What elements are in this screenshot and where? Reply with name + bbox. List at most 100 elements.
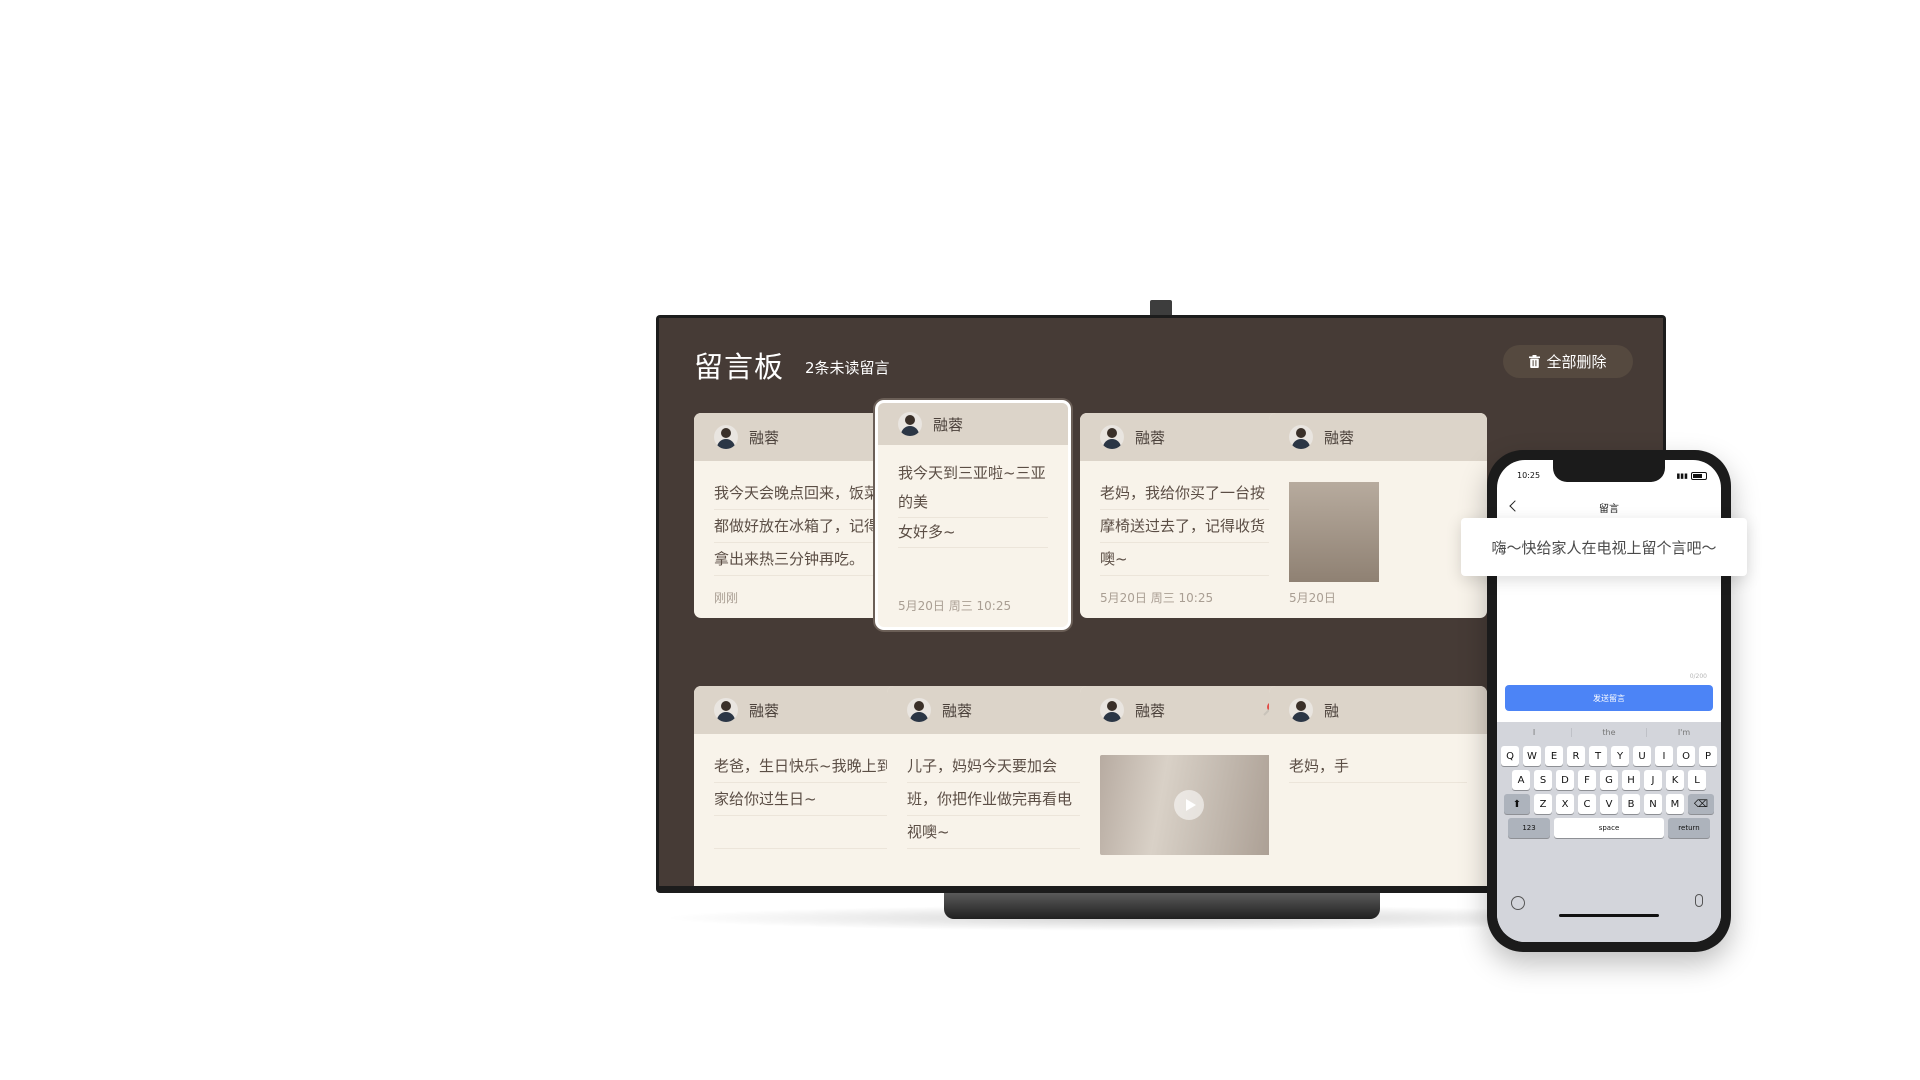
status-time: 10:25 [1517, 471, 1541, 480]
space-key[interactable]: space [1554, 818, 1664, 838]
key[interactable]: O [1677, 746, 1695, 766]
key[interactable]: R [1567, 746, 1585, 766]
message-line: 女好多~ [898, 518, 1048, 548]
delete-all-button[interactable]: 全部删除 [1503, 345, 1633, 378]
key[interactable]: L [1688, 770, 1706, 790]
message-text: 儿子，妈妈今天要加会 班，你把作业做完再看电 视噢~ [887, 734, 1105, 849]
message-line: 拿出来热三分钟再吃。 [714, 543, 892, 576]
key[interactable]: S [1534, 770, 1552, 790]
key[interactable]: T [1589, 746, 1607, 766]
key[interactable]: V [1600, 794, 1618, 814]
key[interactable]: C [1578, 794, 1596, 814]
prompt-bubble: 嗨～快给家人在电视上留个言吧～ [1461, 518, 1747, 576]
message-card[interactable]: 融 老妈，手 [1269, 686, 1487, 886]
emoji-icon[interactable] [1511, 896, 1525, 910]
message-line-empty [714, 816, 892, 849]
key[interactable]: W [1523, 746, 1541, 766]
card-header: 融蓉 [878, 403, 1068, 445]
key[interactable]: H [1622, 770, 1640, 790]
message-card[interactable]: 融蓉 5月20日 [1269, 413, 1487, 618]
message-line: 老妈，手 [1289, 750, 1467, 783]
message-line: 我今天会晚点回来，饭菜 [714, 477, 892, 510]
backspace-key[interactable]: ⌫ [1688, 794, 1714, 814]
message-line: 噢~ [1100, 543, 1278, 576]
key-row-1: Q W E R T Y U I O P [1497, 746, 1721, 766]
suggestion[interactable]: I [1497, 727, 1572, 737]
play-icon[interactable] [1174, 790, 1204, 820]
avatar [1289, 698, 1313, 722]
char-counter: 0/200 [1689, 673, 1707, 680]
sender-name: 融蓉 [1324, 428, 1355, 447]
key[interactable]: U [1633, 746, 1651, 766]
battery-icon [1691, 472, 1707, 480]
nav-title: 留言 [1599, 504, 1619, 515]
sender-name: 融蓉 [749, 428, 780, 447]
status-icons: ▮▮▮ [1676, 472, 1707, 480]
message-card[interactable]: 融蓉 老妈，我给你买了一台按 摩椅送过去了，记得收货 噢~ 5月20日 周三 1… [1080, 413, 1298, 618]
message-card[interactable]: 融蓉 [1080, 686, 1298, 886]
key[interactable]: M [1666, 794, 1684, 814]
message-text: 老妈，我给你买了一台按 摩椅送过去了，记得收货 噢~ [1080, 461, 1298, 576]
message-card[interactable]: 融蓉 老爸，生日快乐~我晚上到 家给你过生日~ [694, 686, 912, 886]
message-line: 家给你过生日~ [714, 783, 892, 816]
message-time: 5月20日 周三 10:25 [898, 599, 1012, 613]
tv-camera [1150, 300, 1172, 316]
key[interactable]: J [1644, 770, 1662, 790]
message-time: 刚刚 [714, 591, 739, 605]
message-line: 老爸，生日快乐~我晚上到 [714, 750, 892, 783]
key[interactable]: G [1600, 770, 1618, 790]
delete-all-label: 全部删除 [1546, 353, 1607, 371]
message-card-selected[interactable]: 融蓉 我今天到三亚啦~三亚的美 女好多~ 5月20日 周三 10:25 [875, 400, 1071, 630]
key[interactable]: F [1578, 770, 1596, 790]
sender-name: 融蓉 [749, 701, 780, 720]
key[interactable]: N [1644, 794, 1662, 814]
key[interactable]: E [1545, 746, 1563, 766]
sender-name: 融 [1324, 701, 1340, 720]
avatar [1289, 425, 1313, 449]
unread-count: 2条未读留言 [805, 359, 890, 377]
message-line: 班，你把作业做完再看电 [907, 783, 1085, 816]
message-line: 老妈，我给你买了一台按 [1100, 477, 1278, 510]
video-thumbnail[interactable] [1100, 755, 1278, 855]
message-text: 老妈，手 [1269, 734, 1487, 783]
sender-name: 融蓉 [1135, 701, 1166, 720]
key[interactable]: Q [1501, 746, 1519, 766]
send-message-button[interactable]: 发送留言 [1505, 685, 1713, 711]
key[interactable]: A [1512, 770, 1530, 790]
avatar [907, 698, 931, 722]
avatar [1100, 425, 1124, 449]
keyboard: I the I'm Q W E R T Y U I O P A S D F G … [1497, 722, 1721, 942]
key-row-2: A S D F G H J K L [1497, 770, 1721, 790]
key-row-3: ⬆ Z X C V B N M ⌫ [1497, 794, 1721, 814]
key[interactable]: B [1622, 794, 1640, 814]
key[interactable]: I [1655, 746, 1673, 766]
card-header: 融蓉 [694, 686, 912, 734]
key[interactable]: X [1556, 794, 1574, 814]
card-header: 融蓉 [1080, 413, 1298, 461]
suggestion[interactable]: I'm [1647, 728, 1721, 737]
message-line: 摩椅送过去了，记得收货 [1100, 510, 1278, 543]
trash-icon [1529, 355, 1541, 368]
message-card[interactable]: 融蓉 儿子，妈妈今天要加会 班，你把作业做完再看电 视噢~ [887, 686, 1105, 886]
suggestion[interactable]: the [1572, 727, 1647, 737]
numbers-key[interactable]: 123 [1508, 818, 1550, 838]
key[interactable]: Z [1534, 794, 1552, 814]
tv-stand [944, 893, 1380, 919]
key[interactable]: Y [1611, 746, 1629, 766]
key[interactable]: K [1666, 770, 1684, 790]
photo-thumbnail[interactable] [1289, 482, 1379, 582]
avatar [1100, 698, 1124, 722]
message-time: 5月20日 周三 10:25 [1100, 591, 1214, 605]
card-header: 融蓉 [1269, 413, 1487, 461]
message-line: 我今天到三亚啦~三亚的美 [898, 459, 1048, 518]
key[interactable]: P [1699, 746, 1717, 766]
key[interactable]: D [1556, 770, 1574, 790]
shift-key[interactable]: ⬆ [1504, 794, 1530, 814]
message-line: 视噢~ [907, 816, 1085, 849]
message-text: 我今天到三亚啦~三亚的美 女好多~ [878, 445, 1068, 548]
microphone-icon[interactable] [1695, 894, 1703, 907]
avatar [714, 425, 738, 449]
return-key[interactable]: return [1668, 818, 1710, 838]
sender-name: 融蓉 [1135, 428, 1166, 447]
keyboard-suggestions: I the I'm [1497, 722, 1721, 742]
